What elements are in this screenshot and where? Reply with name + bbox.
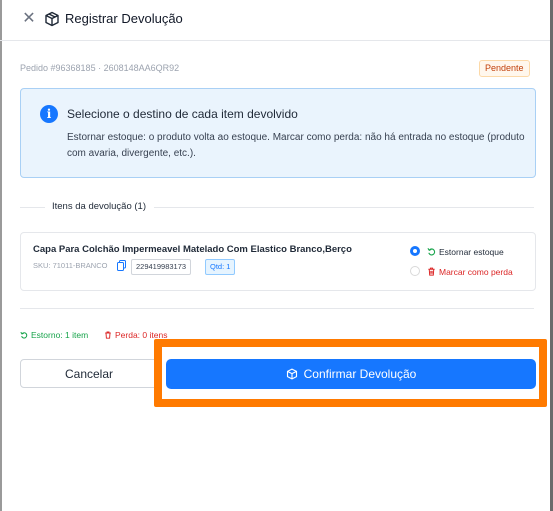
divider <box>20 207 45 208</box>
window-edge-left <box>0 0 2 511</box>
close-icon[interactable]: ✕ <box>20 9 38 29</box>
section-title: Itens da devolução (1) <box>52 201 147 212</box>
order-id: Pedido #96368185 · 2608148AA6QR92 <box>20 63 180 73</box>
trash-icon <box>428 267 435 276</box>
divider <box>20 308 534 309</box>
undo-icon <box>20 331 28 339</box>
status-badge: Pendente <box>479 60 530 77</box>
info-description: Estornar estoque: o produto volta ao est… <box>67 132 525 159</box>
summary-returned: Estorno: 1 item <box>20 330 88 340</box>
item-code-tag: 229419983173 <box>131 259 192 275</box>
item-name: Capa Para Colchão Impermeavel Matelado C… <box>33 244 352 255</box>
option-return-stock-label[interactable]: Estornar estoque <box>439 247 504 257</box>
modal-title: Registrar Devolução <box>65 11 183 26</box>
info-icon: i <box>40 105 58 123</box>
package-icon <box>286 368 297 380</box>
return-item-card: Capa Para Colchão Impermeavel Matelado C… <box>20 232 536 291</box>
option-mark-loss-label[interactable]: Marcar como perda <box>439 267 513 277</box>
modal-header: ✕ Registrar Devolução <box>0 0 550 41</box>
items-section-header: Itens da devolução (1) <box>20 199 534 215</box>
confirm-button-label: Confirmar Devolução <box>303 367 417 381</box>
info-title: Selecione o destino de cada item devolvi… <box>67 107 298 121</box>
package-icon <box>45 11 59 27</box>
confirm-return-button[interactable]: Confirmar Devolução <box>166 359 536 389</box>
radio-mark-loss[interactable] <box>410 266 420 276</box>
info-alert: i Selecione o destino de cada item devol… <box>20 88 536 178</box>
cancel-button[interactable]: Cancelar <box>20 359 158 388</box>
summary-returned-text: Estorno: 1 item <box>31 330 89 340</box>
radio-return-stock[interactable] <box>410 246 420 256</box>
copy-icon[interactable] <box>117 260 126 271</box>
item-qty-tag: Qtd: 1 <box>205 259 236 275</box>
trash-icon <box>105 331 111 339</box>
undo-icon <box>427 248 436 256</box>
divider <box>154 207 534 208</box>
item-sku: SKU: 71011-BRANCO <box>33 261 108 270</box>
